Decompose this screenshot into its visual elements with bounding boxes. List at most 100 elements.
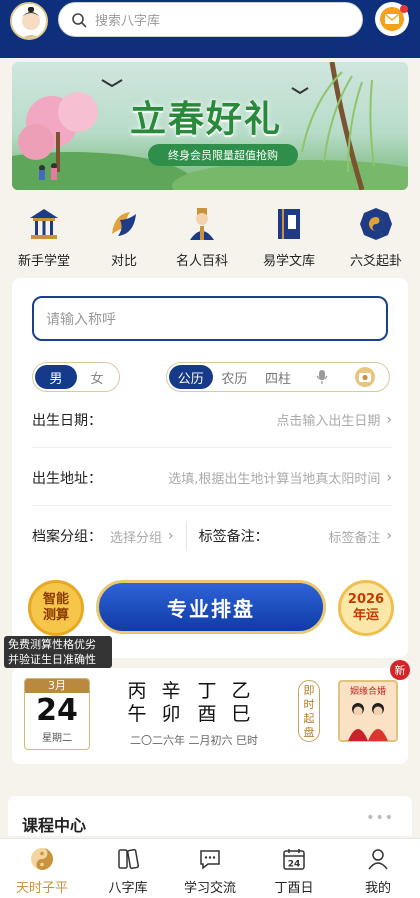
quick-link-label: 名人百科	[175, 254, 228, 269]
microphone-icon	[316, 370, 328, 384]
ganzhi-year: 丙 午	[124, 680, 150, 726]
smart-tooltip: 免费测算性格优劣 并验证生日准确性	[4, 636, 112, 668]
quick-link-compare[interactable]: 对比	[82, 200, 166, 269]
today-card: 3月 24 星期二 丙 午 辛 卯 丁 酉 乙 巳 二〇二六年 二月初六 巳时 …	[12, 668, 408, 764]
library-icon	[118, 848, 140, 870]
bottom-nav: 天时子平 八字库 学习交流 24 丁酉日 我的	[0, 838, 420, 898]
nav-label: 八字库	[108, 881, 148, 896]
search-icon	[72, 12, 87, 28]
quick-link-celebrities[interactable]: 名人百科	[160, 200, 244, 269]
scholar-avatar-icon	[12, 4, 46, 38]
ganzhi-month: 辛 卯	[158, 680, 184, 726]
nav-label: 天时子平	[15, 881, 68, 896]
instant-char: 盘	[303, 726, 315, 739]
birth-date-row[interactable]: 出生日期： 点击输入出生日期 ›	[32, 392, 392, 448]
instant-char: 时	[303, 698, 315, 711]
lunar-date: 二〇二六年 二月初六 巳时	[130, 734, 258, 747]
yearly-fortune-button[interactable]: 2026 年运	[338, 580, 394, 636]
scholar-icon	[190, 208, 214, 240]
group-label: 档案分组：	[32, 529, 102, 545]
quick-link-label: 六爻起卦	[349, 254, 402, 269]
more-icon[interactable]: •••	[366, 810, 394, 826]
gender-male-option[interactable]: 男	[35, 365, 77, 389]
marriage-match-button[interactable]: 姻缘合婚	[338, 680, 398, 742]
couple-illustration	[348, 703, 388, 741]
banner-title: 立春好礼	[130, 99, 283, 140]
camera-icon	[355, 367, 376, 387]
svg-text:24: 24	[288, 860, 301, 870]
ganzhi-stem: 乙	[231, 680, 251, 702]
nav-label: 学习交流	[183, 881, 236, 896]
tooltip-line2: 并验证生日准确性	[8, 653, 96, 666]
promo-banner[interactable]: 立春好礼 终身会员限量超值抢购	[12, 62, 408, 190]
fish-icon	[112, 212, 136, 236]
voice-input-button[interactable]	[300, 365, 344, 389]
ganzhi-day: 丁 酉	[194, 680, 220, 726]
calendar-month: 3月	[25, 679, 89, 693]
name-field[interactable]: 请输入称呼	[32, 296, 388, 341]
birth-place-label: 出生地址：	[32, 470, 102, 487]
instant-char: 起	[303, 712, 315, 725]
professional-chart-button[interactable]: 专业排盘	[96, 580, 326, 634]
chat-icon	[200, 850, 220, 870]
quick-link-library[interactable]: 易学文库	[247, 200, 331, 269]
nav-item-library[interactable]: 八字库	[86, 843, 170, 896]
mail-button[interactable]	[375, 2, 409, 36]
search-bar[interactable]: 搜索八字库	[58, 2, 363, 37]
ganzhi-branch: 巳	[231, 703, 251, 725]
calendar-day: 24	[36, 693, 78, 728]
calendar-weekday: 星期二	[42, 733, 72, 744]
top-header: 搜索八字库	[0, 0, 420, 58]
birth-date-label: 出生日期：	[32, 412, 102, 429]
birth-place-row[interactable]: 出生地址： 选填,根据出生地计算当地真太阳时间 ›	[32, 450, 392, 506]
calendar-lunar-option[interactable]: 农历	[213, 365, 257, 389]
quick-link-label: 易学文库	[262, 254, 315, 269]
nav-label: 我的	[364, 881, 391, 896]
nav-item-community[interactable]: 学习交流	[168, 843, 252, 896]
year-label: 2026	[347, 592, 385, 607]
nav-item-calendar[interactable]: 24 丁酉日	[252, 843, 336, 896]
ganzhi-branch: 卯	[161, 703, 181, 725]
group-tag-row: 档案分组： 选择分组 › 标签备注： 标签备注 ›	[32, 512, 392, 560]
calendar-type-toggle: 公历 农历 四柱	[166, 362, 390, 392]
quick-link-divination[interactable]: 六爻起卦	[334, 200, 418, 269]
avatar[interactable]	[10, 2, 48, 40]
calendar-day-box[interactable]: 3月 24 星期二	[24, 678, 90, 750]
ganzhi-hour: 乙 巳	[228, 680, 254, 726]
nav-item-profile[interactable]: 我的	[336, 843, 420, 896]
calendar-pillars-option[interactable]: 四柱	[256, 365, 300, 389]
nav-item-home[interactable]: 天时子平	[0, 843, 84, 896]
calendar-icon: 24	[283, 849, 305, 870]
bagua-icon	[360, 208, 392, 240]
ganzhi-stem: 辛	[161, 680, 181, 702]
smart-label-line1: 智能	[42, 592, 69, 607]
banner-subtitle: 终身会员限量超值抢购	[148, 144, 298, 166]
gender-toggle: 男 女	[32, 362, 120, 392]
camera-button[interactable]	[343, 365, 387, 389]
ganzhi-stem: 丙	[127, 680, 147, 702]
search-input[interactable]: 搜索八字库	[95, 10, 160, 29]
tag-label: 标签备注：	[198, 529, 269, 545]
nav-label: 丁酉日	[274, 881, 314, 896]
tag-input[interactable]: 标签备注	[328, 527, 380, 546]
gender-female-option[interactable]: 女	[77, 365, 117, 389]
course-center-section: 课程中心 •••	[8, 796, 412, 836]
smart-calculate-button[interactable]: 智能 测算	[28, 580, 84, 636]
smart-label-line2: 测算	[42, 608, 69, 623]
birth-place-hint: 选填,根据出生地计算当地真太阳时间	[168, 472, 381, 487]
tooltip-line1: 免费测算性格优劣	[8, 638, 96, 651]
quick-link-beginner[interactable]: 新手学堂	[2, 200, 86, 269]
chevron-right-icon: ›	[168, 528, 174, 544]
calendar-solar-option[interactable]: 公历	[169, 365, 213, 389]
divider	[185, 521, 187, 551]
temple-icon	[30, 209, 58, 239]
notification-dot	[400, 5, 408, 13]
book-icon	[278, 209, 300, 239]
quick-links: 新手学堂 对比 名人百科 易学文库 六爻起卦	[0, 200, 420, 270]
instant-chart-button[interactable]: 即 时 起 盘	[298, 680, 320, 742]
yinyang-icon	[31, 848, 53, 870]
chevron-right-icon: ›	[386, 411, 392, 428]
chevron-right-icon: ›	[386, 469, 392, 486]
group-select[interactable]: 选择分组	[110, 527, 162, 546]
ganzhi-stem: 丁	[197, 680, 217, 702]
